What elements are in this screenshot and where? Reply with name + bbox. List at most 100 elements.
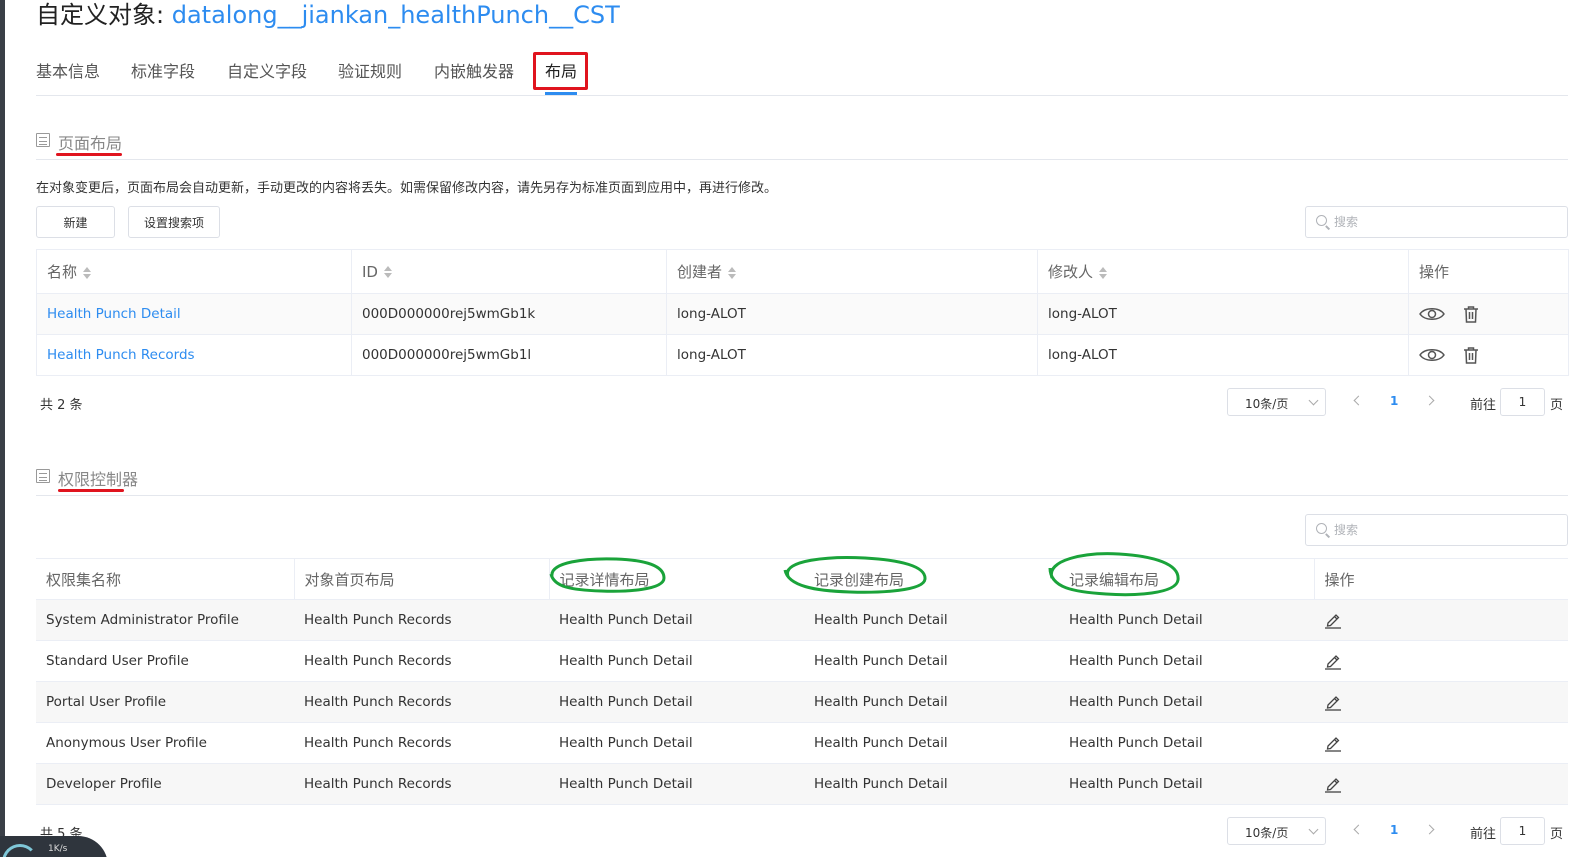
- trash-icon[interactable]: [1463, 346, 1479, 364]
- profile-name: Anonymous User Profile: [36, 722, 294, 764]
- red-underline-annotation: [56, 153, 122, 156]
- create-layout: Health Punch Detail: [804, 763, 1059, 805]
- edit-layout: Health Punch Detail: [1059, 640, 1314, 682]
- layout-tab-highlight-box: [533, 52, 588, 90]
- tab-validation-rules[interactable]: 验证规则: [338, 58, 402, 82]
- tab-standard-fields[interactable]: 标准字段: [131, 58, 195, 82]
- layout-creator: long-ALOT: [666, 334, 1038, 376]
- layout-id: 000D000000rej5wmGb1l: [351, 334, 667, 376]
- col-id[interactable]: ID: [351, 249, 667, 294]
- permission-search-input[interactable]: [1334, 515, 1534, 545]
- tab-custom-fields[interactable]: 自定义字段: [227, 58, 307, 82]
- next-page-icon[interactable]: [1424, 824, 1435, 835]
- edit-icon[interactable]: [1324, 653, 1342, 670]
- permission-section-header: 权限控制器: [36, 460, 1568, 496]
- row-actions: [1314, 599, 1568, 641]
- layout-search-input[interactable]: [1334, 207, 1534, 237]
- sort-icon[interactable]: [728, 266, 737, 279]
- goto-label: 前往: [1470, 398, 1497, 413]
- sort-icon[interactable]: [1099, 266, 1108, 279]
- new-layout-button[interactable]: 新建: [36, 206, 115, 238]
- permission-table-header: 权限集名称 对象首页布局 记录详情布局 记录创建布局 记录编辑布局 操作: [36, 558, 1568, 600]
- page-suffix: 页: [1550, 827, 1564, 842]
- sort-icon[interactable]: [83, 266, 92, 279]
- row-actions: [1314, 681, 1568, 723]
- table-row: Portal User Profile Health Punch Records…: [36, 681, 1568, 723]
- create-layout: Health Punch Detail: [804, 722, 1059, 764]
- col-name[interactable]: 名称: [36, 249, 352, 294]
- row-actions: [1314, 640, 1568, 682]
- current-page[interactable]: 1: [1390, 823, 1398, 837]
- eye-icon[interactable]: [1419, 347, 1445, 363]
- goto-page-input[interactable]: 1: [1500, 388, 1545, 416]
- detail-layout: Health Punch Detail: [549, 763, 804, 805]
- page-suffix: 页: [1550, 398, 1564, 413]
- goto-page-input[interactable]: 1: [1500, 817, 1545, 845]
- chevron-down-icon: [1308, 824, 1319, 835]
- prev-page-icon[interactable]: [1353, 395, 1364, 406]
- eye-icon[interactable]: [1419, 306, 1445, 322]
- layout-id: 000D000000rej5wmGb1k: [351, 293, 667, 335]
- home-layout: Health Punch Records: [294, 599, 549, 641]
- profile-name: Portal User Profile: [36, 681, 294, 723]
- edit-icon[interactable]: [1324, 694, 1342, 711]
- layout-modifier: long-ALOT: [1037, 293, 1409, 335]
- permission-table: 权限集名称 对象首页布局 记录详情布局 记录创建布局 记录编辑布局 操作 Sys…: [36, 558, 1568, 805]
- detail-layout: Health Punch Detail: [549, 681, 804, 723]
- edit-icon[interactable]: [1324, 735, 1342, 752]
- search-settings-button[interactable]: 设置搜索项: [128, 206, 220, 238]
- layout-pagination: 10条/页 1 前往 1 页: [1227, 388, 1568, 416]
- create-layout: Health Punch Detail: [804, 681, 1059, 723]
- layout-section-title: 页面布局: [58, 134, 123, 153]
- layout-name-link[interactable]: Health Punch Records: [36, 334, 352, 376]
- tab-basic-info[interactable]: 基本信息: [36, 58, 100, 82]
- edit-icon[interactable]: [1324, 776, 1342, 793]
- search-icon: [1316, 215, 1327, 226]
- home-layout: Health Punch Records: [294, 722, 549, 764]
- sort-icon[interactable]: [383, 266, 392, 278]
- current-page[interactable]: 1: [1390, 394, 1398, 408]
- profile-name: Standard User Profile: [36, 640, 294, 682]
- col-modifier[interactable]: 修改人: [1037, 249, 1409, 294]
- object-layout-page: 自定义对象: datalong__jiankan_healthPunch__CS…: [36, 0, 1576, 857]
- layout-name-link[interactable]: Health Punch Detail: [36, 293, 352, 335]
- edit-layout: Health Punch Detail: [1059, 599, 1314, 641]
- profile-name: System Administrator Profile: [36, 599, 294, 641]
- table-row: System Administrator Profile Health Punc…: [36, 599, 1568, 641]
- row-actions: [1408, 334, 1569, 376]
- row-actions: [1408, 293, 1569, 335]
- table-row: Anonymous User Profile Health Punch Reco…: [36, 722, 1568, 764]
- col-actions: 操作: [1313, 558, 1568, 600]
- layout-search-box[interactable]: [1305, 206, 1568, 238]
- goto-label: 前往: [1470, 827, 1497, 842]
- create-layout: Health Punch Detail: [804, 640, 1059, 682]
- edit-icon[interactable]: [1324, 612, 1342, 629]
- page-size-select[interactable]: 10条/页: [1227, 388, 1326, 416]
- col-creator[interactable]: 创建者: [666, 249, 1038, 294]
- permission-section-title: 权限控制器: [58, 470, 139, 489]
- table-row: Health Punch Records 000D000000rej5wmGb1…: [36, 334, 1569, 376]
- home-layout: Health Punch Records: [294, 640, 549, 682]
- permission-search-box[interactable]: [1305, 514, 1568, 546]
- row-actions: [1314, 763, 1568, 805]
- profile-name: Developer Profile: [36, 763, 294, 805]
- col-profile: 权限集名称: [36, 558, 294, 600]
- row-actions: [1314, 722, 1568, 764]
- chevron-down-icon: [1308, 395, 1319, 406]
- next-page-icon[interactable]: [1424, 395, 1435, 406]
- tab-embedded-triggers[interactable]: 内嵌触发器: [434, 58, 514, 82]
- col-create-layout: 记录创建布局: [804, 558, 1059, 600]
- edit-layout: Health Punch Detail: [1059, 763, 1314, 805]
- home-layout: Health Punch Records: [294, 763, 549, 805]
- table-row: Developer Profile Health Punch Records H…: [36, 763, 1568, 805]
- prev-page-icon[interactable]: [1353, 824, 1364, 835]
- network-speed-widget[interactable]: 1K/s: [0, 836, 108, 857]
- page-title: 自定义对象: datalong__jiankan_healthPunch__CS…: [36, 0, 620, 30]
- trash-icon[interactable]: [1463, 305, 1479, 323]
- layout-table-header: 名称 ID 创建者 修改人 操作: [36, 249, 1569, 294]
- col-edit-layout: 记录编辑布局: [1059, 558, 1314, 600]
- page-size-select[interactable]: 10条/页: [1227, 817, 1326, 845]
- permission-pagination: 10条/页 1 前往 1 页: [1227, 817, 1568, 845]
- detail-layout: Health Punch Detail: [549, 599, 804, 641]
- title-prefix: 自定义对象:: [36, 1, 172, 29]
